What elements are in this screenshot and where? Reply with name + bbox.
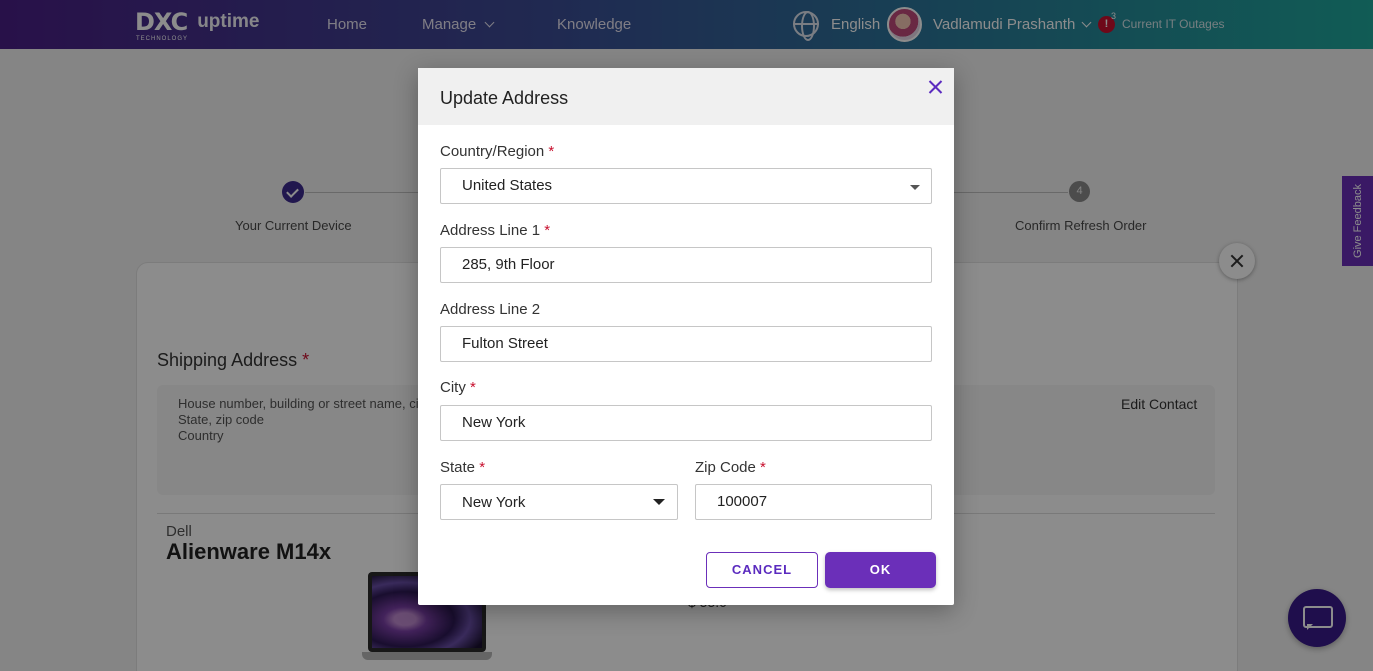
dropdown-arrow-icon bbox=[653, 499, 665, 505]
address-line1-input[interactable]: 285, 9th Floor bbox=[440, 247, 932, 283]
city-label: City * bbox=[440, 379, 476, 396]
country-label-text: Country/Region bbox=[440, 143, 545, 160]
state-label: State * bbox=[440, 459, 485, 476]
city-input[interactable]: New York bbox=[440, 405, 932, 441]
zip-code-input[interactable]: 100007 bbox=[695, 484, 932, 520]
country-select-value: United States bbox=[462, 177, 553, 194]
zip-code-label-text: Zip Code bbox=[695, 459, 756, 476]
required-marker: * bbox=[470, 379, 476, 396]
address-line2-input[interactable]: Fulton Street bbox=[440, 326, 932, 362]
state-label-text: State bbox=[440, 459, 476, 476]
cancel-button[interactable]: CANCEL bbox=[706, 552, 818, 588]
state-select-value: New York bbox=[462, 494, 526, 511]
update-address-dialog: Update Address Country/Region * United S… bbox=[418, 68, 954, 605]
dialog-title: Update Address bbox=[440, 88, 569, 108]
ok-button[interactable]: OK bbox=[825, 552, 936, 588]
country-select[interactable]: United States bbox=[440, 168, 932, 204]
state-select[interactable]: New York bbox=[440, 484, 678, 520]
required-marker: * bbox=[760, 459, 766, 476]
required-marker: * bbox=[548, 143, 555, 160]
zip-code-label: Zip Code * bbox=[695, 459, 766, 476]
required-marker: * bbox=[479, 459, 486, 476]
city-label-text: City bbox=[440, 379, 466, 396]
dropdown-arrow-icon bbox=[910, 185, 920, 190]
close-icon[interactable] bbox=[926, 77, 946, 97]
country-label: Country/Region * bbox=[440, 143, 554, 160]
dialog-header: Update Address bbox=[418, 68, 954, 125]
address-line1-label: Address Line 1 * bbox=[440, 222, 550, 239]
address-line1-label-text: Address Line 1 bbox=[440, 222, 541, 239]
required-marker: * bbox=[544, 222, 551, 239]
address-line2-label: Address Line 2 bbox=[440, 301, 541, 318]
